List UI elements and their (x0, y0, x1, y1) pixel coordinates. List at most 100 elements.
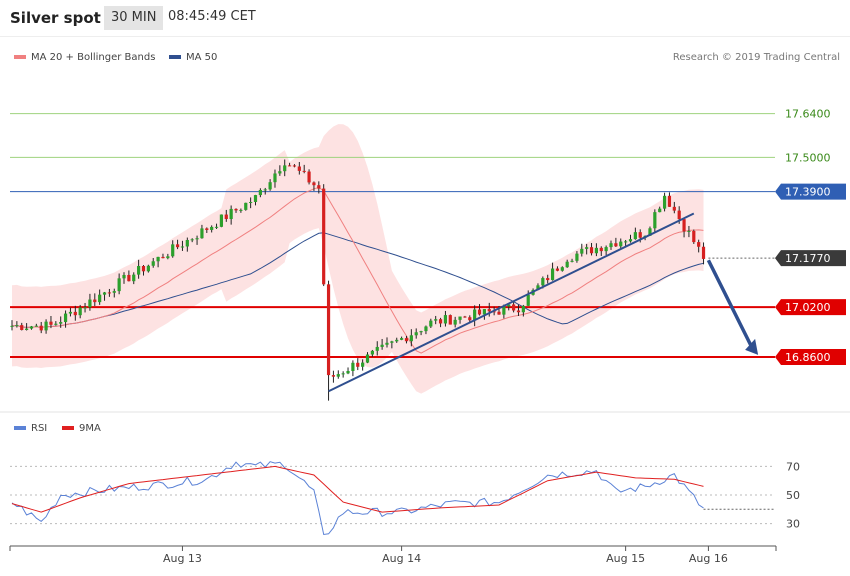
candle-body (365, 354, 370, 363)
candle-body (628, 239, 633, 242)
candle-body (589, 247, 594, 254)
level-label-0: 17.6400 (785, 108, 831, 121)
candle-body (112, 291, 116, 293)
candle-body (619, 241, 623, 247)
candle-body (278, 171, 282, 174)
candle-body (185, 240, 189, 247)
candle-body (44, 321, 48, 331)
candle-body (292, 165, 297, 167)
candle-body (400, 338, 404, 340)
candle-body (609, 243, 613, 248)
candle-body (570, 260, 574, 262)
price-chart[interactable]: 17.6400 17.5000 17.3900 17.1770 17.0200 16.86… (0, 0, 850, 576)
level-label-4: 17.0200 (785, 301, 831, 314)
candle-body (98, 294, 102, 303)
candle-body (687, 230, 691, 232)
rsi-tick-label-1: 50 (786, 489, 800, 502)
candle-body (49, 321, 53, 325)
candle-body (667, 195, 672, 207)
candle-body (258, 189, 262, 196)
level-label-1: 17.5000 (785, 151, 831, 164)
candle-body (302, 170, 306, 172)
candle-body (249, 202, 253, 204)
candle-body (512, 304, 516, 311)
candle-body (107, 292, 111, 294)
candle-body (638, 232, 642, 238)
candle-body (482, 309, 486, 315)
candle-body (253, 195, 258, 203)
candle-body (672, 206, 676, 211)
candle-body (166, 256, 170, 259)
candle-body (10, 325, 14, 327)
candle-body (54, 323, 58, 325)
candle-body (331, 375, 336, 377)
candle-body (575, 253, 579, 261)
candle-body (375, 346, 379, 351)
candle-body (604, 247, 608, 252)
candle-body (219, 214, 224, 227)
projection-arrow-shaft (706, 259, 753, 347)
candle-body (34, 325, 38, 327)
candle-body (458, 316, 462, 320)
candle-body (502, 306, 506, 315)
candle-body (429, 320, 433, 327)
candle-body (409, 335, 413, 342)
candle-body (468, 317, 472, 321)
candle-body (307, 171, 311, 183)
candle-body (380, 344, 384, 347)
candle-body (419, 331, 423, 333)
candle-body (239, 209, 243, 211)
candle-body (312, 182, 316, 186)
candle-body (229, 208, 233, 220)
candle-body (175, 244, 180, 248)
candle-body (200, 228, 204, 239)
candle-body (283, 165, 287, 172)
candle-body (322, 188, 326, 285)
candle-body (287, 165, 292, 167)
candle-body (224, 214, 228, 220)
candle-body (234, 208, 238, 211)
x-tick-label-0: Aug 13 (163, 552, 202, 565)
candle-body (692, 230, 696, 243)
candle-body (29, 326, 34, 329)
candle-body (516, 310, 521, 313)
candle-body (560, 267, 564, 271)
candle-body (614, 243, 618, 247)
candle-body (624, 241, 628, 243)
candle-body (404, 338, 409, 342)
x-tick-label-1: Aug 14 (382, 552, 421, 565)
candle-body (132, 274, 136, 282)
candle-body (171, 244, 175, 257)
candle-body (244, 202, 248, 210)
candle-body (78, 307, 82, 316)
candle-body (341, 373, 345, 375)
candle-body (63, 313, 68, 323)
candle-body (434, 319, 438, 321)
candle-body (141, 265, 146, 272)
candle-body (521, 305, 525, 313)
candle-body (39, 325, 43, 331)
candle-body (550, 268, 555, 281)
level-label-2: 17.3900 (785, 186, 831, 199)
candle-body (477, 309, 482, 315)
candle-body (151, 261, 155, 266)
candle-body (662, 195, 667, 209)
rsi-tick-label-2: 30 (786, 518, 800, 531)
candle-body (59, 322, 63, 324)
candle-body (424, 326, 428, 332)
candle-body (497, 311, 501, 315)
candle-body (580, 248, 584, 254)
candle-body (697, 242, 701, 247)
candle-body (190, 239, 194, 241)
candle-body (395, 339, 399, 342)
candle-body (127, 274, 131, 282)
level-label-5: 16.8600 (785, 351, 831, 364)
candle-body (356, 362, 360, 367)
candle-body (88, 299, 92, 308)
candle-body (453, 319, 457, 325)
candle-body (20, 325, 24, 330)
candle-body (463, 316, 467, 318)
candle-body (599, 247, 603, 252)
candle-body (263, 189, 267, 191)
candle-body (594, 247, 598, 254)
